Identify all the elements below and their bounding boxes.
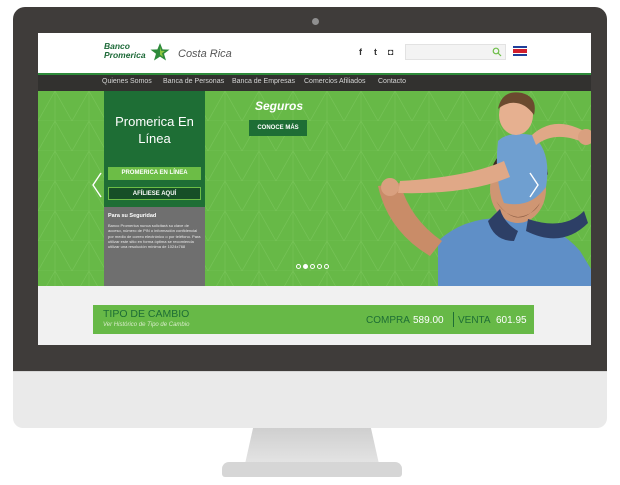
nav-item-contacto[interactable]: Contacto: [378, 78, 406, 85]
nav-item-quienes-somos[interactable]: Quienes Somos: [102, 78, 152, 85]
site-header: Banco Promerica Costa Rica f t ◘: [38, 33, 591, 73]
logo-star-icon: [150, 43, 170, 61]
learn-more-button[interactable]: CONOCE MÁS: [249, 120, 307, 136]
country-label: Costa Rica: [178, 48, 232, 60]
monitor-stand-neck: [245, 428, 379, 464]
monitor-chin: [13, 371, 607, 428]
join-here-button[interactable]: AFÍLIESE AQUÍ: [108, 187, 201, 200]
camera-dot: [312, 18, 319, 25]
bank-logo[interactable]: Banco Promerica: [104, 42, 174, 66]
security-text: Banco Promerica nunca solicitará su clav…: [108, 223, 201, 250]
carousel-dot[interactable]: [303, 264, 308, 269]
nav-item-banca-empresas[interactable]: Banca de Empresas: [232, 78, 295, 85]
main-nav: Quienes Somos Banca de Personas Banca de…: [38, 75, 591, 91]
nav-item-comercios-afiliados[interactable]: Comercios Afiliados: [304, 78, 365, 85]
nav-item-banca-personas[interactable]: Banca de Personas: [163, 78, 224, 85]
sell-value: 601.95: [496, 315, 527, 326]
search-icon[interactable]: [492, 47, 502, 57]
carousel-dot[interactable]: [310, 264, 315, 269]
carousel-dot[interactable]: [296, 264, 301, 269]
hero-carousel: Promerica En Línea PROMERICA EN LÍNEA AF…: [38, 91, 591, 286]
online-banking-button[interactable]: PROMERICA EN LÍNEA: [108, 167, 201, 180]
slide-title: Seguros: [255, 99, 304, 113]
carousel-prev-arrow-icon[interactable]: [91, 171, 103, 199]
carousel-next-arrow-icon[interactable]: [528, 171, 540, 199]
monitor-screen: Banco Promerica Costa Rica f t ◘ Quienes…: [38, 33, 591, 345]
costa-rica-flag-icon[interactable]: [513, 46, 527, 56]
exchange-title: TIPO DE CAMBIO: [103, 308, 190, 320]
buy-value: 589.00: [413, 315, 444, 326]
facebook-icon[interactable]: f: [359, 47, 362, 57]
exchange-history-link[interactable]: Ver Histórico de Tipo de Cambio: [103, 322, 189, 328]
security-title: Para su Seguridad: [108, 213, 157, 219]
search-input[interactable]: [405, 44, 506, 60]
instagram-icon[interactable]: ◘: [388, 47, 393, 57]
carousel-dot[interactable]: [324, 264, 329, 269]
security-notice: Para su Seguridad Banco Promerica nunca …: [104, 207, 205, 286]
exchange-separator: [453, 312, 454, 327]
carousel-dots: [296, 264, 329, 269]
buy-label: COMPRA: [366, 315, 410, 326]
twitter-icon[interactable]: t: [374, 47, 377, 57]
online-banking-panel: Promerica En Línea PROMERICA EN LÍNEA AF…: [104, 91, 205, 207]
carousel-dot[interactable]: [317, 264, 322, 269]
sell-label: VENTA: [458, 315, 491, 326]
hero-family-photo: [378, 92, 591, 286]
monitor-stand-base: [222, 462, 402, 477]
exchange-rate-bar: TIPO DE CAMBIO Ver Histórico de Tipo de …: [93, 305, 534, 334]
online-banking-title: Promerica En Línea: [115, 114, 194, 146]
